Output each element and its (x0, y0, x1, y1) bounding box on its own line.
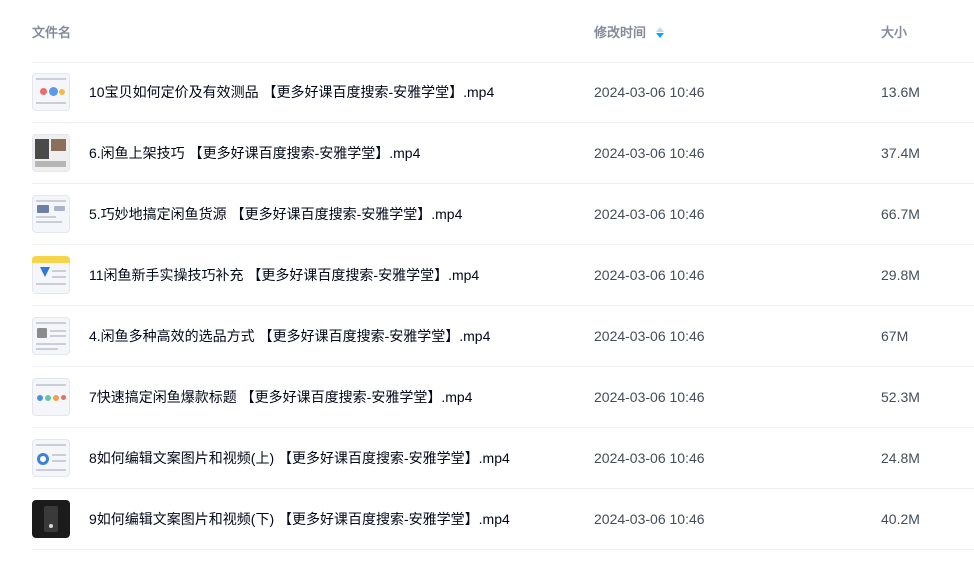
video-thumbnail-icon[interactable] (32, 134, 70, 172)
file-name[interactable]: 4.闲鱼多种高效的选品方式 【更多好课百度搜索-安雅学堂】.mp4 (89, 327, 490, 345)
file-modified-time: 2024-03-06 10:46 (594, 84, 705, 100)
file-modified-time: 2024-03-06 10:46 (594, 389, 705, 405)
file-name[interactable]: 9如何编辑文案图片和视频(下) 【更多好课百度搜索-安雅学堂】.mp4 (89, 510, 510, 528)
file-name[interactable]: 6.闲鱼上架技巧 【更多好课百度搜索-安雅学堂】.mp4 (89, 144, 420, 162)
sort-desc-icon[interactable] (656, 27, 665, 39)
file-size: 37.4M (881, 145, 920, 161)
file-size: 52.3M (881, 389, 920, 405)
file-name[interactable]: 10宝贝如何定价及有效测品 【更多好课百度搜索-安雅学堂】.mp4 (89, 83, 494, 101)
file-size: 66.7M (881, 206, 920, 222)
table-row[interactable]: 4.闲鱼多种高效的选品方式 【更多好课百度搜索-安雅学堂】.mp4 2024-0… (32, 306, 974, 367)
file-name[interactable]: 7快速搞定闲鱼爆款标题 【更多好课百度搜索-安雅学堂】.mp4 (89, 388, 472, 406)
video-thumbnail-icon[interactable] (32, 500, 70, 538)
file-size: 24.8M (881, 450, 920, 466)
file-size: 13.6M (881, 84, 920, 100)
file-name[interactable]: 11闲鱼新手实操技巧补充 【更多好课百度搜索-安雅学堂】.mp4 (89, 266, 479, 284)
file-modified-time: 2024-03-06 10:46 (594, 206, 705, 222)
table-row[interactable]: 8如何编辑文案图片和视频(上) 【更多好课百度搜索-安雅学堂】.mp4 2024… (32, 428, 974, 489)
column-header-modified-time-label: 修改时间 (594, 25, 647, 40)
table-row[interactable]: 6.闲鱼上架技巧 【更多好课百度搜索-安雅学堂】.mp4 2024-03-06 … (32, 123, 974, 184)
table-row[interactable]: 7快速搞定闲鱼爆款标题 【更多好课百度搜索-安雅学堂】.mp4 2024-03-… (32, 367, 974, 428)
column-header-size[interactable]: 大小 (881, 24, 907, 42)
video-thumbnail-icon[interactable] (32, 378, 70, 416)
table-row[interactable]: 5.巧妙地搞定闲鱼货源 【更多好课百度搜索-安雅学堂】.mp4 2024-03-… (32, 184, 974, 245)
file-modified-time: 2024-03-06 10:46 (594, 145, 705, 161)
file-modified-time: 2024-03-06 10:46 (594, 511, 705, 527)
file-list-table: 文件名 修改时间 大小 10宝贝如何定价及有效测品 【更多好课百度搜索-安雅学堂… (0, 0, 974, 575)
video-thumbnail-icon[interactable] (32, 73, 70, 111)
file-size: 67M (881, 328, 909, 344)
table-row[interactable]: 11闲鱼新手实操技巧补充 【更多好课百度搜索-安雅学堂】.mp4 2024-03… (32, 245, 974, 306)
file-rows: 10宝贝如何定价及有效测品 【更多好课百度搜索-安雅学堂】.mp4 2024-0… (32, 62, 974, 550)
file-size: 29.8M (881, 267, 920, 283)
video-thumbnail-icon[interactable] (32, 439, 70, 477)
file-modified-time: 2024-03-06 10:46 (594, 450, 705, 466)
file-name[interactable]: 5.巧妙地搞定闲鱼货源 【更多好课百度搜索-安雅学堂】.mp4 (89, 205, 462, 223)
table-row[interactable]: 9如何编辑文案图片和视频(下) 【更多好课百度搜索-安雅学堂】.mp4 2024… (32, 489, 974, 550)
table-header: 文件名 修改时间 大小 (32, 0, 974, 63)
video-thumbnail-icon[interactable] (32, 195, 70, 233)
file-modified-time: 2024-03-06 10:46 (594, 267, 705, 283)
table-row[interactable]: 10宝贝如何定价及有效测品 【更多好课百度搜索-安雅学堂】.mp4 2024-0… (32, 62, 974, 123)
file-name[interactable]: 8如何编辑文案图片和视频(上) 【更多好课百度搜索-安雅学堂】.mp4 (89, 449, 510, 467)
file-size: 40.2M (881, 511, 920, 527)
column-header-filename[interactable]: 文件名 (32, 24, 71, 42)
column-header-modified-time[interactable]: 修改时间 (594, 24, 665, 42)
video-thumbnail-icon[interactable] (32, 256, 70, 294)
file-modified-time: 2024-03-06 10:46 (594, 328, 705, 344)
video-thumbnail-icon[interactable] (32, 317, 70, 355)
